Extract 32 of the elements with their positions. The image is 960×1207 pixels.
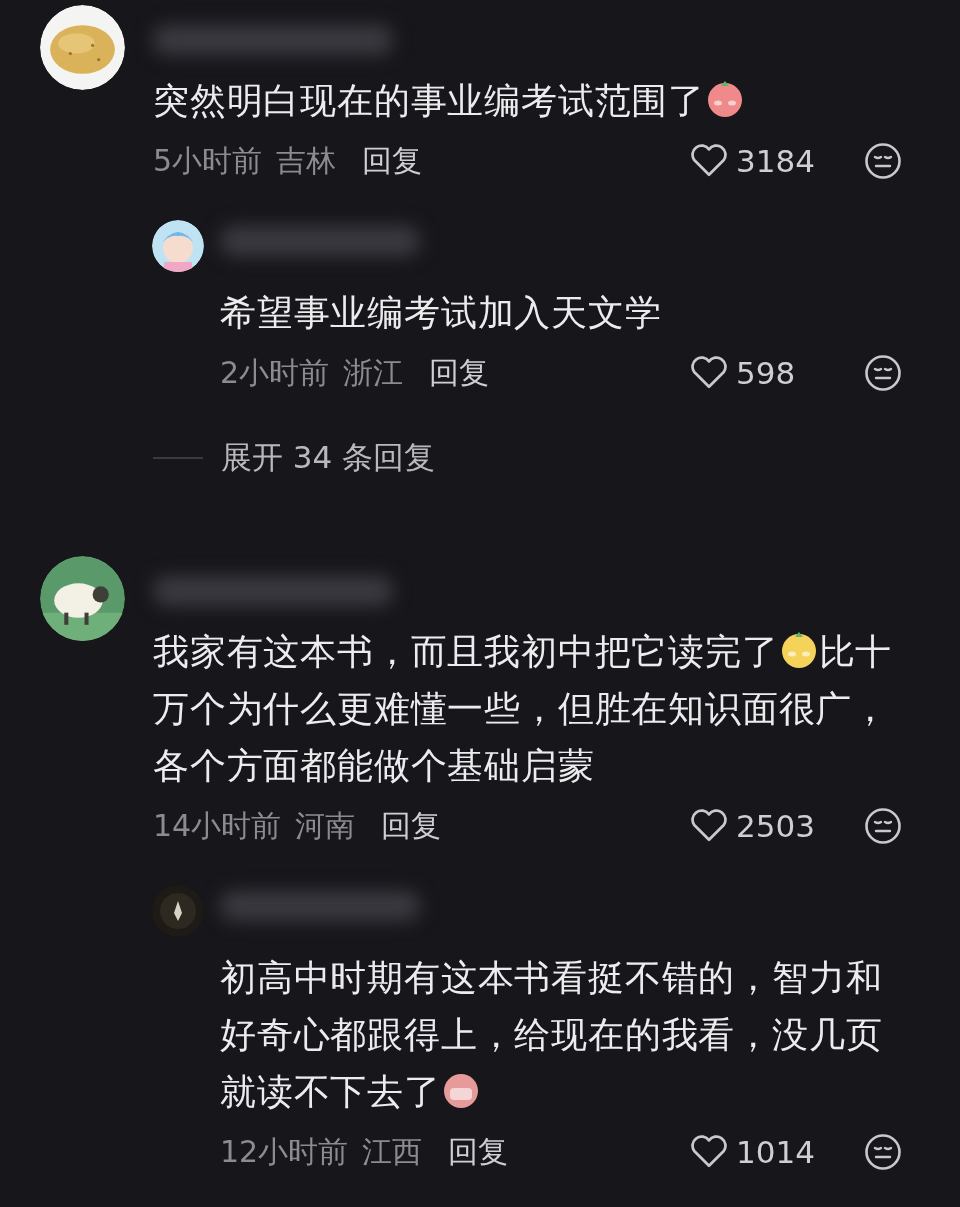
comment-text: 万个为什么更难懂一些，但胜在知识面很广，各个方面都能做个基础启蒙 xyxy=(153,688,889,786)
reply-location: 浙江 xyxy=(343,353,404,392)
like-count: 3184 xyxy=(736,143,816,179)
like-icon[interactable] xyxy=(690,809,728,843)
like-count: 2503 xyxy=(736,808,816,844)
dislike-face-icon[interactable] xyxy=(864,354,902,392)
comment-time: 5小时前 xyxy=(153,141,263,180)
dislike-face-icon[interactable] xyxy=(864,142,902,180)
like-icon[interactable] xyxy=(690,356,728,390)
reply-time: 12小时前 xyxy=(220,1132,349,1171)
comment-text: 比十 xyxy=(818,631,893,672)
dislike-face-icon[interactable] xyxy=(864,807,902,845)
like-icon[interactable] xyxy=(690,144,728,178)
reply-text: 希望事业编考试加入天文学 xyxy=(220,292,662,333)
reply-time: 2小时前 xyxy=(220,353,330,392)
comment-location: 吉林 xyxy=(276,141,337,180)
dislike-face-icon[interactable] xyxy=(864,1133,902,1171)
comment-time: 14小时前 xyxy=(153,806,282,845)
like-icon[interactable] xyxy=(690,1135,728,1169)
reply-button[interactable]: 回复 xyxy=(362,140,423,182)
comment-text: 我家有这本书，而且我初中把它读完了 xyxy=(153,631,779,672)
reply-text: 初高中时期有这本书看挺不错的，智力和好奇心都跟得上，给现在的我看，没几页 xyxy=(220,957,883,1055)
like-count: 598 xyxy=(736,355,797,391)
like-count: 1014 xyxy=(736,1134,816,1170)
comment-location: 河南 xyxy=(295,806,356,845)
reply-location: 江西 xyxy=(362,1132,423,1171)
comment-text: 突然明白现在的事业编考试范围了 xyxy=(153,80,705,121)
reply-button[interactable]: 回复 xyxy=(381,805,442,847)
reply-button[interactable]: 回复 xyxy=(429,352,490,394)
expand-replies-button[interactable]: 展开 34 条回复 xyxy=(221,437,436,479)
reply-text: 就读不下去了 xyxy=(220,1071,441,1112)
reply-button[interactable]: 回复 xyxy=(448,1131,509,1173)
